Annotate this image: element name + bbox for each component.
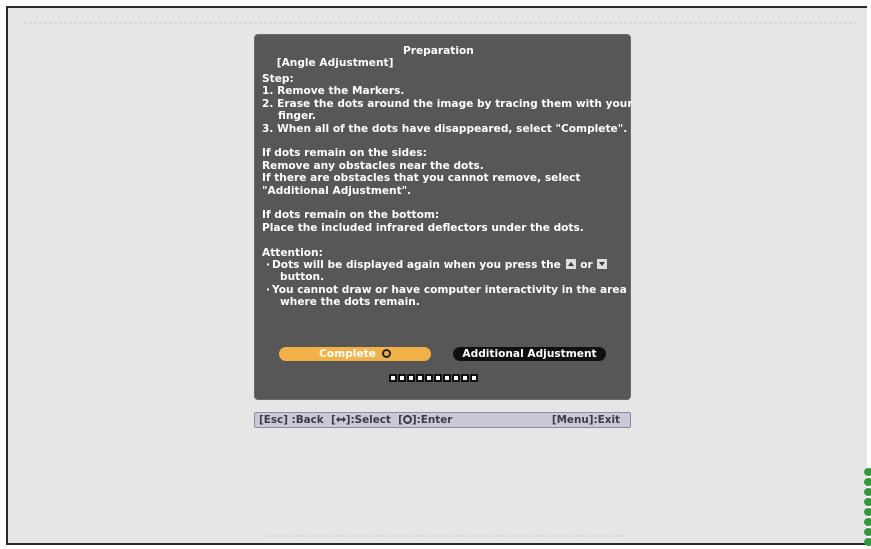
arrow-up-icon: [565, 259, 576, 270]
progress-square: [452, 374, 460, 382]
help-bar: [Esc] :Back []:Select []:Enter [Menu]:Ex…: [254, 412, 631, 428]
help-select: ]:Select: [345, 414, 391, 426]
bottom-heading: If dots remain on the bottom:: [262, 209, 440, 222]
progress-square: [434, 374, 442, 382]
enter-icon: [402, 415, 412, 424]
additional-adjustment-button[interactable]: Additional Adjustment: [453, 347, 606, 361]
instructions: Step: 1. Remove the Markers. 2. Erase th…: [262, 73, 633, 309]
step-1: 1. Remove the Markers.: [262, 85, 405, 98]
help-exit: [Menu]:Exit: [551, 414, 620, 426]
top-dot-row: [24, 22, 859, 24]
attention-heading: Attention:: [262, 246, 323, 259]
angle-adjustment-dialog: [Angle Adjustment] Preparation Step: 1. …: [254, 34, 633, 400]
direction-icon: [335, 416, 346, 423]
progress-square: [461, 374, 469, 382]
step-3: 3. When all of the dots have disappeared…: [262, 122, 628, 135]
progress-square: [470, 374, 478, 382]
bullet: ·: [266, 259, 271, 272]
progress-square: [389, 374, 397, 382]
arrow-down-icon: [597, 259, 608, 270]
complete-button[interactable]: Complete: [279, 347, 431, 361]
attention-2-text: You cannot draw or have computer interac…: [272, 283, 627, 296]
attention-item-1: · Dots will be displayed again when you …: [262, 259, 622, 271]
sides-line-1: Remove any obstacles near the dots.: [262, 159, 484, 172]
attention-item-2: · You cannot draw or have computer inter…: [262, 283, 627, 296]
bottom-dot-row: [266, 535, 626, 537]
progress-indicator: [389, 374, 478, 382]
progress-square: [398, 374, 406, 382]
sides-line-2: If there are obstacles that you cannot r…: [262, 172, 581, 185]
complete-button-label: Complete: [319, 348, 376, 360]
progress-square: [443, 374, 451, 382]
steps-heading: Step:: [262, 73, 294, 85]
step-2: 2. Erase the dots around the image by tr…: [262, 97, 633, 110]
sides-line-3: "Additional Adjustment".: [262, 184, 412, 197]
step-2-cont: finger.: [278, 110, 316, 123]
dialog-title: [Angle Adjustment]: [276, 57, 394, 70]
dialog-subtitle: Preparation: [403, 45, 474, 57]
help-bar-left: [Esc] :Back []:Select []:Enter: [259, 414, 453, 426]
additional-adjustment-label: Additional Adjustment: [462, 348, 597, 360]
progress-square: [425, 374, 433, 382]
enter-icon: [381, 349, 391, 358]
bottom-line-1: Place the included infrared deflectors u…: [262, 221, 584, 234]
progress-square: [407, 374, 415, 382]
attention-2-cont: where the dots remain.: [280, 296, 420, 309]
help-back: [Esc] :Back: [259, 414, 324, 426]
progress-square: [416, 374, 424, 382]
bullet: ·: [266, 283, 271, 296]
green-dot-column: [864, 468, 871, 548]
attention-1-text: Dots will be displayed again when you pr…: [272, 259, 561, 272]
sides-heading: If dots remain on the sides:: [262, 147, 427, 160]
attention-1-or: or: [580, 259, 593, 272]
help-enter: ]:Enter: [411, 414, 453, 426]
attention-1-cont: button.: [280, 271, 325, 284]
